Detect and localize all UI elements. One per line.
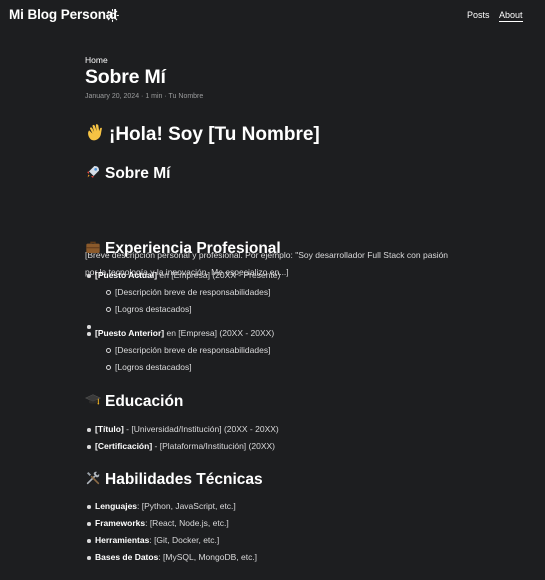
breadcrumb-home-link[interactable]: Home <box>85 55 108 65</box>
post-meta: January 20, 2024 · 1 min · Tu Nombre <box>85 93 204 100</box>
sun-icon[interactable] <box>106 9 119 22</box>
list-item: Lenguajes: [Python, JavaScript, etc.] <box>85 498 465 515</box>
education-label: [Título] <box>95 424 124 434</box>
list-item: [Logros destacados] <box>95 359 465 376</box>
briefcase-icon <box>85 239 103 260</box>
experience-list: [Puesto Actual] en [Empresa] (20XX - Pre… <box>85 267 465 376</box>
education-list: [Título] - [Universidad/Institución] (20… <box>85 421 465 455</box>
list-item: [Descripción breve de responsabilidades] <box>95 284 465 301</box>
greeting-text: ¡Hola! Soy [Tu Nombre] <box>109 124 320 145</box>
experience-detail: en [Empresa] (20XX - 20XX) <box>164 328 275 338</box>
skills-heading-text: Habilidades Técnicas <box>105 471 263 488</box>
skills-list: Lenguajes: [Python, JavaScript, etc.] Fr… <box>85 498 465 566</box>
skill-detail: : [MySQL, MongoDB, etc.] <box>158 552 258 562</box>
education-detail: - [Universidad/Institución] (20XX - 20XX… <box>123 424 279 434</box>
skill-label: Herramientas <box>95 535 150 545</box>
skills-heading: Habilidades Técnicas <box>85 470 263 491</box>
skill-detail: : [React, Node.js, etc.] <box>145 518 229 528</box>
experience-sublist: [Descripción breve de responsabilidades]… <box>95 342 465 376</box>
about-heading: Sobre Mí <box>85 164 170 185</box>
graduation-cap-icon <box>85 392 103 413</box>
list-item: Bases de Datos: [MySQL, MongoDB, etc.] <box>85 549 465 566</box>
list-item: [Certificación] - [Plataforma/Institució… <box>85 438 465 455</box>
experience-role: [Puesto Anterior] <box>95 328 165 338</box>
greeting-heading: ¡Hola! Soy [Tu Nombre] <box>85 122 320 148</box>
skill-detail: : [Git, Docker, etc.] <box>149 535 220 545</box>
skill-label: Frameworks <box>95 518 146 528</box>
site-title-link[interactable]: Mi Blog Personal <box>9 7 117 22</box>
waving-hand-icon <box>85 122 107 148</box>
skill-detail: : [Python, JavaScript, etc.] <box>137 501 236 511</box>
nav-posts-link[interactable]: Posts <box>467 10 490 20</box>
rocket-icon <box>85 164 103 185</box>
experience-heading-text: Experiencia Profesional <box>105 240 281 257</box>
nav-about-link[interactable]: About <box>499 10 523 22</box>
list-item: [Título] - [Universidad/Institución] (20… <box>85 421 465 438</box>
about-heading-text: Sobre Mí <box>105 165 171 182</box>
experience-sublist: [Descripción breve de responsabilidades]… <box>95 284 465 318</box>
education-heading: Educación <box>85 392 183 413</box>
list-item: [Descripción breve de responsabilidades] <box>95 342 465 359</box>
tools-icon <box>85 470 103 491</box>
list-item: Herramientas: [Git, Docker, etc.] <box>85 532 465 549</box>
site-header: Mi Blog Personal Posts About <box>0 0 545 30</box>
list-spacer <box>85 318 465 329</box>
experience-role: [Puesto Actual] <box>95 270 158 280</box>
skill-label: Lenguajes <box>95 501 138 511</box>
list-item: [Puesto Anterior] en [Empresa] (20XX - 2… <box>85 325 465 376</box>
list-item: [Logros destacados] <box>95 301 465 318</box>
page-title: Sobre Mí <box>85 66 166 88</box>
list-item: Frameworks: [React, Node.js, etc.] <box>85 515 465 532</box>
experience-heading: Experiencia Profesional <box>85 239 281 260</box>
list-item: [Puesto Actual] en [Empresa] (20XX - Pre… <box>85 267 465 318</box>
education-detail: - [Plataforma/Institución] (20XX) <box>152 441 275 451</box>
skill-label: Bases de Datos <box>95 552 159 562</box>
experience-detail: en [Empresa] (20XX - Presente) <box>157 270 281 280</box>
education-heading-text: Educación <box>105 393 184 410</box>
education-label: [Certificación] <box>95 441 153 451</box>
